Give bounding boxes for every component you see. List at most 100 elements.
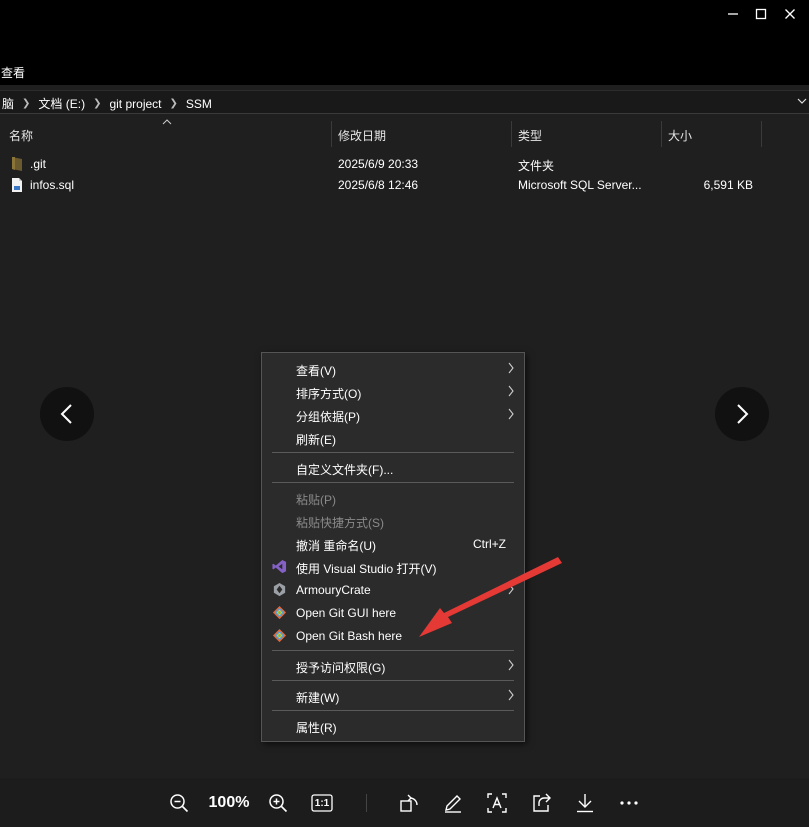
breadcrumb-item[interactable]: 脑 — [0, 95, 16, 112]
menu-item-grant-access[interactable]: 授予访问权限(G) — [262, 654, 524, 677]
menu-item-group[interactable]: 分组依据(P) — [262, 403, 524, 426]
column-divider[interactable] — [761, 121, 762, 147]
menu-item-open-git-bash[interactable]: Open Git Bash here — [262, 624, 524, 647]
file-name: .git — [30, 157, 47, 171]
zoom-level[interactable]: 100% — [203, 790, 255, 816]
chevron-right-icon — [508, 659, 514, 671]
menu-item-armourycrate[interactable]: ArmouryCrate — [262, 578, 524, 601]
sort-ascending-icon — [162, 119, 172, 125]
chevron-right-icon — [508, 385, 514, 397]
column-size[interactable]: 大小 — [668, 127, 692, 144]
breadcrumb: 脑 ❯ 文档 (E:) ❯ git project ❯ SSM — [0, 95, 214, 112]
menu-item-properties[interactable]: 属性(R) — [262, 714, 524, 737]
column-type[interactable]: 类型 — [518, 127, 542, 144]
edit-button[interactable] — [440, 790, 466, 816]
close-button[interactable] — [775, 0, 805, 28]
menu-item-label: ArmouryCrate — [296, 583, 371, 597]
menu-separator — [272, 482, 514, 483]
menu-item-sort[interactable]: 排序方式(O) — [262, 380, 524, 403]
chevron-right-icon — [508, 362, 514, 374]
file-row[interactable]: infos.sql 2025/6/8 12:46 Microsoft SQL S… — [0, 175, 809, 195]
explorer-toolbar: 查看 — [0, 30, 809, 85]
chevron-down-icon[interactable] — [797, 97, 807, 105]
toolbar-separator — [366, 794, 367, 812]
download-icon — [577, 794, 593, 813]
view-menu[interactable]: 查看 — [1, 64, 25, 81]
actual-size-button[interactable]: 1:1 — [309, 790, 335, 816]
menu-item-label: 属性(R) — [296, 721, 337, 735]
rotate-button[interactable] — [397, 790, 423, 816]
previous-image-button[interactable] — [40, 387, 94, 441]
git-bash-icon — [272, 628, 287, 643]
breadcrumb-item[interactable]: 文档 (E:) — [36, 95, 87, 112]
menu-item-label: 授予访问权限(G) — [296, 661, 386, 675]
visual-studio-icon — [272, 559, 287, 574]
menu-item-paste-shortcut: 粘贴快捷方式(S) — [262, 509, 524, 532]
next-image-button[interactable] — [715, 387, 769, 441]
menu-item-label: 粘贴快捷方式(S) — [296, 516, 384, 530]
menu-item-open-git-gui[interactable]: Open Git GUI here — [262, 601, 524, 624]
file-name: infos.sql — [30, 178, 75, 192]
menu-item-refresh[interactable]: 刷新(E) — [262, 426, 524, 449]
more-options-button[interactable] — [616, 790, 642, 816]
viewer-toolbar: 100% 1:1 — [0, 778, 809, 827]
close-icon — [785, 9, 795, 19]
address-bar[interactable]: 脑 ❯ 文档 (E:) ❯ git project ❯ SSM — [0, 90, 809, 114]
menu-shortcut: Ctrl+Z — [473, 537, 506, 551]
chevron-right-icon — [508, 408, 514, 420]
column-divider[interactable] — [661, 121, 662, 147]
menu-item-customize-folder[interactable]: 自定义文件夹(F)... — [262, 456, 524, 479]
menu-item-label: Open Git GUI here — [296, 606, 397, 620]
menu-item-label: 新建(W) — [296, 691, 340, 705]
menu-item-open-visual-studio[interactable]: 使用 Visual Studio 打开(V) — [262, 555, 524, 578]
more-options-icon — [620, 801, 638, 805]
file-row[interactable]: .git 2025/6/9 20:33 文件夹 — [0, 154, 809, 174]
column-date[interactable]: 修改日期 — [338, 127, 386, 144]
context-menu: 查看(V) 排序方式(O) 分组依据(P) 刷新(E) 自定义文件夹(F)...… — [261, 352, 525, 742]
menu-item-label: 刷新(E) — [296, 433, 336, 447]
menu-item-undo-rename[interactable]: 撤消 重命名(U) Ctrl+Z — [262, 532, 524, 555]
edit-pencil-icon — [445, 795, 461, 813]
menu-item-label: 排序方式(O) — [296, 387, 362, 401]
download-button[interactable] — [572, 790, 598, 816]
menu-item-label: 撤消 重命名(U) — [296, 539, 376, 553]
menu-item-paste: 粘贴(P) — [262, 486, 524, 509]
file-date: 2025/6/9 20:33 — [338, 157, 419, 171]
column-name[interactable]: 名称 — [9, 127, 33, 144]
menu-separator — [272, 710, 514, 711]
menu-item-label: Open Git Bash here — [296, 629, 403, 643]
chevron-right-icon: ❯ — [22, 98, 31, 109]
menu-item-label: 使用 Visual Studio 打开(V) — [296, 562, 437, 576]
column-header-row: 名称 修改日期 类型 大小 — [0, 119, 809, 149]
minimize-icon — [728, 13, 738, 15]
breadcrumb-item[interactable]: git project — [107, 97, 163, 111]
zoom-out-button[interactable] — [166, 790, 192, 816]
armoury-crate-icon — [273, 582, 286, 597]
share-button[interactable] — [529, 790, 555, 816]
chevron-right-icon: ❯ — [93, 98, 102, 109]
text-recognition-button[interactable] — [484, 790, 510, 816]
menu-item-new[interactable]: 新建(W) — [262, 684, 524, 707]
file-type: Microsoft SQL Server... — [518, 178, 642, 192]
menu-item-label: 查看(V) — [296, 364, 336, 378]
zoom-level-text: 100% — [208, 794, 250, 811]
maximize-button[interactable] — [746, 0, 776, 28]
zoom-in-button[interactable] — [265, 790, 291, 816]
sql-file-icon — [12, 178, 22, 192]
chevron-right-icon — [737, 404, 749, 424]
breadcrumb-item[interactable]: SSM — [184, 97, 214, 111]
column-divider[interactable] — [511, 121, 512, 147]
zoom-in-icon — [269, 794, 288, 813]
column-divider[interactable] — [331, 121, 332, 147]
menu-item-label: 分组依据(P) — [296, 410, 360, 424]
menu-item-view[interactable]: 查看(V) — [262, 357, 524, 380]
file-size: 6,591 KB — [703, 178, 753, 192]
git-gui-icon — [272, 605, 287, 620]
minimize-button[interactable] — [718, 0, 748, 28]
maximize-icon — [755, 8, 767, 20]
file-type: 文件夹 — [518, 159, 555, 173]
file-date: 2025/6/8 12:46 — [338, 178, 419, 192]
text-recognition-icon — [487, 793, 507, 813]
menu-separator — [272, 680, 514, 681]
share-icon — [533, 793, 551, 812]
